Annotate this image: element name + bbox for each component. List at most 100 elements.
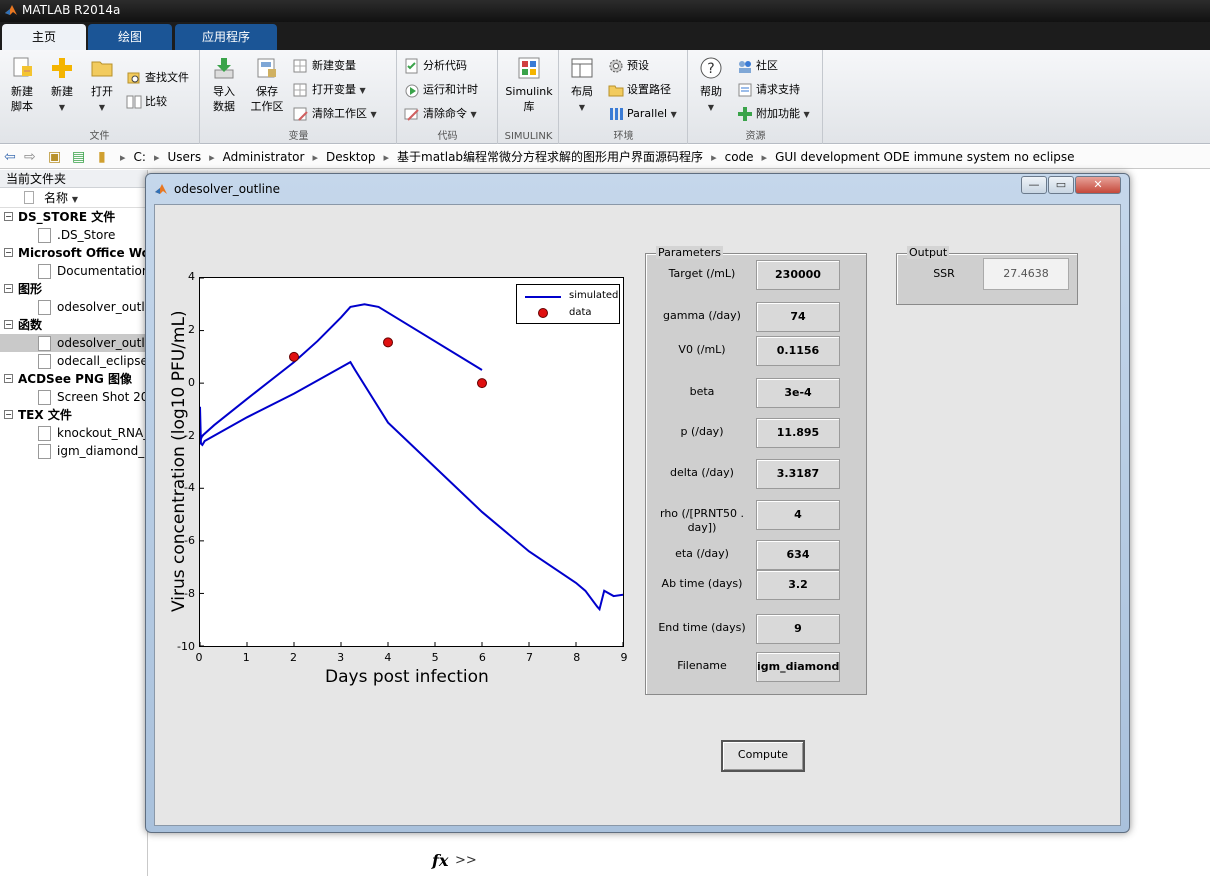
find-files-button[interactable]: 查找文件 [126,68,189,88]
section-simulink-label: SIMULINK [504,131,553,142]
param-value[interactable]: 0.1156 [756,336,840,366]
compare-button[interactable]: 比较 [126,92,167,112]
file-item[interactable]: .DS_Store [0,226,147,244]
folder-group-label: Microsoft Office Wo [18,246,147,260]
collapse-icon[interactable]: − [4,410,13,419]
request-support-button[interactable]: 请求支持 [737,80,800,100]
open-variable-label: 打开变量 [312,83,356,96]
analyze-code-button[interactable]: 分析代码 [404,56,467,76]
command-prompt: >> [455,853,477,868]
new-button[interactable]: 新建 ▼ [44,56,80,115]
breadcrumb-item[interactable]: 基于matlab编程常微分方程求解的图形用户界面源码程序 [397,150,703,164]
file-item[interactable]: Screen Shot 20 [0,388,147,406]
add-ons-label: 附加功能 [756,107,800,120]
clear-workspace-button[interactable]: 清除工作区 ▼ [293,104,377,124]
preferences-button[interactable]: 预设 [608,56,649,76]
file-item[interactable]: Documentation [0,262,147,280]
breadcrumb-item[interactable]: code [725,150,754,164]
param-value[interactable]: 11.895 [756,418,840,448]
minimize-button[interactable]: — [1021,176,1047,194]
breadcrumb-item[interactable]: Administrator [223,150,305,164]
fx-icon[interactable]: fx [432,851,448,870]
save-workspace-icon [257,58,276,78]
file-item-label: Documentation [57,264,147,278]
community-button[interactable]: 社区 [737,56,778,76]
folder-group[interactable]: − 图形 [0,280,147,298]
breadcrumb-item[interactable]: GUI development ODE immune system no ecl… [775,150,1074,164]
forward-arrow-icon[interactable]: ⇨ [24,145,36,169]
new-script-button[interactable]: 新建 脚本 [4,56,40,114]
param-value[interactable]: 74 [756,302,840,332]
param-value[interactable]: 3.2 [756,570,840,600]
layout-icon [571,58,593,78]
collapse-icon[interactable]: − [4,284,13,293]
set-path-icon [608,85,624,97]
folder-group[interactable]: − 函数 [0,316,147,334]
file-item-label: odesolver_outli [57,336,147,350]
maximize-button[interactable]: ▭ [1048,176,1074,194]
tab-plots[interactable]: 绘图 [88,24,172,50]
set-path-button[interactable]: 设置路径 [608,80,671,100]
breadcrumb-separator-icon: ▸ [383,151,389,164]
tab-apps[interactable]: 应用程序 [175,24,277,50]
collapse-icon[interactable]: − [4,320,13,329]
up-folder-icon[interactable]: ▣ [48,145,61,169]
breadcrumb-item[interactable]: C: [134,150,146,164]
collapse-icon[interactable]: − [4,248,13,257]
browse-folder-icon[interactable]: ▤ [72,145,85,169]
svg-text:?: ? [707,61,714,77]
breadcrumb-item[interactable]: Users [167,150,201,164]
save-workspace-button[interactable]: 保存 工作区 [247,56,287,114]
param-value[interactable]: 9 [756,614,840,644]
close-button[interactable]: ✕ [1075,176,1121,194]
section-code-label: 代码 [437,131,458,142]
param-label: Target (/mL) [668,267,736,280]
folder-group[interactable]: − DS_STORE 文件 [0,208,147,226]
simulink-library-button[interactable]: Simulink 库 [501,56,557,114]
param-value[interactable]: 634 [756,540,840,570]
param-value[interactable]: 4 [756,500,840,530]
add-ons-button[interactable]: 附加功能 ▼ [737,104,810,124]
param-value[interactable]: igm_diamond_ [756,652,840,682]
param-value[interactable]: 3e-4 [756,378,840,408]
folder-group-label: ACDSee PNG 图像 [18,372,133,386]
layout-button[interactable]: 布局 ▼ [564,56,600,115]
name-column-header[interactable]: 名称 ▼ [0,188,147,208]
compute-button[interactable]: Compute [721,740,805,772]
collapse-icon[interactable]: − [4,212,13,221]
x-axis-label: Days post infection [325,667,489,687]
file-item[interactable]: odesolver_outli [0,334,147,352]
folder-group[interactable]: − TEX 文件 [0,406,147,424]
figure-title: odesolver_outline [174,182,280,196]
import-data-button[interactable]: 导入 数据 [205,56,243,114]
run-and-time-button[interactable]: 运行和计时 [404,80,478,100]
file-item[interactable]: knockout_RNA_ [0,424,147,442]
folder-icon [91,61,113,77]
back-arrow-icon[interactable]: ⇦ [4,145,16,169]
new-variable-button[interactable]: 新建变量 [293,56,356,76]
param-label: beta [689,385,715,398]
help-button[interactable]: ? 帮助 ▼ [693,56,729,115]
collapse-icon[interactable]: − [4,374,13,383]
file-item[interactable]: odesolver_outli [0,298,147,316]
section-simulink: Simulink 库 SIMULINK [499,50,559,144]
folder-group[interactable]: − Microsoft Office Wo [0,244,147,262]
file-item[interactable]: igm_diamond_n [0,442,147,460]
parallel-button[interactable]: Parallel ▼ [608,104,677,124]
parallel-label: Parallel [627,107,668,120]
x-tick-label: 4 [384,651,392,664]
tab-home[interactable]: 主页 [2,24,86,50]
param-value[interactable]: 3.3187 [756,459,840,489]
clear-commands-button[interactable]: 清除命令 ▼ [404,104,477,124]
param-value[interactable]: 230000 [756,260,840,290]
folder-group-label: TEX 文件 [18,408,72,422]
open-button[interactable]: 打开 ▼ [84,56,120,115]
breadcrumb-item[interactable]: Desktop [326,150,376,164]
output-title: Output [907,246,950,259]
chevron-down-icon: ▼ [470,110,477,119]
file-item[interactable]: odecall_eclipse [0,352,147,370]
section-file-label: 文件 [89,131,110,142]
figure-window: odesolver_outline — ▭ ✕ simulated data 4… [145,173,1130,833]
folder-group[interactable]: − ACDSee PNG 图像 [0,370,147,388]
open-variable-button[interactable]: 打开变量 ▼ [293,80,366,100]
